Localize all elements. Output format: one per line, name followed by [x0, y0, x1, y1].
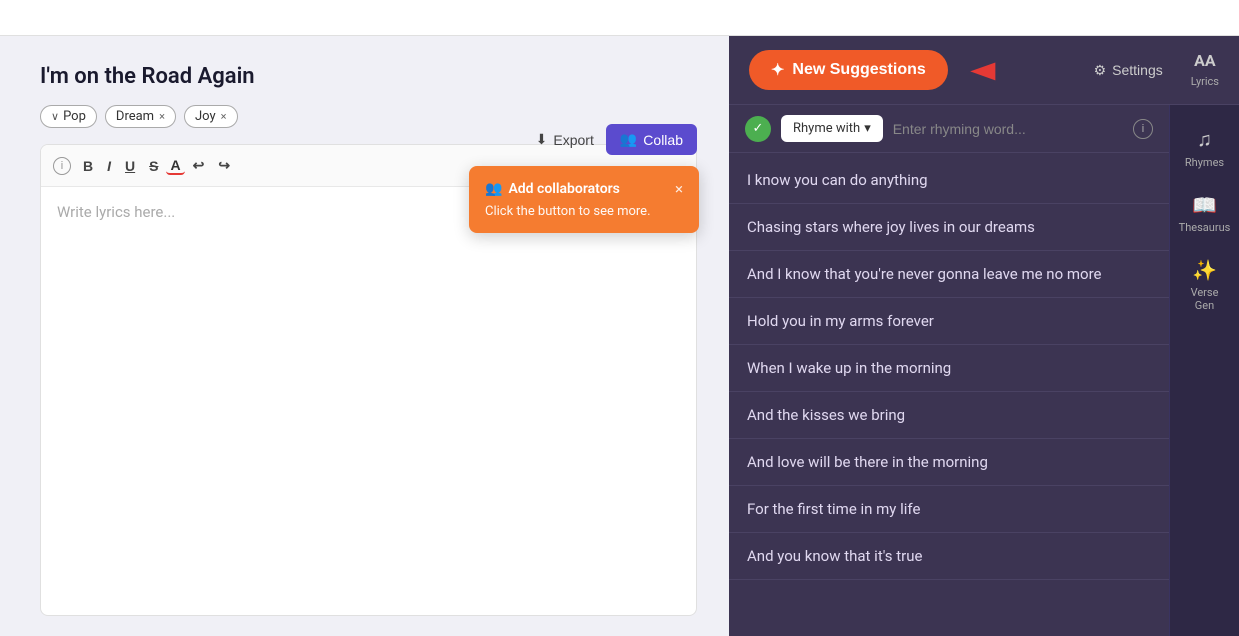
- info-icon[interactable]: i: [53, 157, 71, 175]
- check-icon: ✓: [745, 116, 771, 142]
- export-icon: ⬇: [536, 131, 548, 148]
- suggestions-area: ✓ Rhyme with ▾ i I know you can do anyth…: [729, 105, 1169, 636]
- redo-button[interactable]: ↪: [212, 153, 236, 178]
- thesaurus-label: Thesaurus: [1179, 221, 1231, 234]
- right-header: ✦ New Suggestions ◄ ⚙ Settings AA Lyrics: [729, 36, 1239, 105]
- suggestion-item[interactable]: I know you can do anything: [729, 157, 1169, 204]
- gear-icon: ⚙: [1094, 62, 1107, 79]
- editor-body[interactable]: Write lyrics here...: [41, 187, 696, 615]
- new-suggestions-button[interactable]: ✦ New Suggestions: [749, 50, 948, 90]
- suggestion-item[interactable]: For the first time in my life: [729, 486, 1169, 533]
- suggestion-item[interactable]: Chasing stars where joy lives in our dre…: [729, 204, 1169, 251]
- tag-dream-label: Dream: [116, 109, 154, 124]
- tag-dream[interactable]: Dream ×: [105, 105, 176, 128]
- tooltip-body: Click the button to see more.: [485, 204, 683, 219]
- aa-icon: AA: [1191, 51, 1219, 70]
- versegen-icon: ✨: [1192, 258, 1217, 282]
- tag-joy-close[interactable]: ×: [221, 110, 227, 123]
- chevron-icon: ∨: [51, 110, 59, 123]
- tag-joy-label: Joy: [195, 109, 216, 124]
- export-button[interactable]: ⬇ Export: [536, 131, 594, 148]
- lyrics-label: Lyrics: [1191, 75, 1219, 88]
- rhymes-label: Rhymes: [1185, 156, 1224, 169]
- collab-icon: 👥: [620, 131, 637, 148]
- lyrics-tab[interactable]: AA Lyrics: [1191, 51, 1219, 89]
- suggestion-item[interactable]: Hold you in my arms forever: [729, 298, 1169, 345]
- tooltip-title: 👥 Add collaborators: [485, 181, 620, 197]
- collab-tooltip: 👥 Add collaborators × Click the button t…: [469, 166, 699, 233]
- collab-button[interactable]: 👥 Collab: [606, 124, 697, 155]
- suggestion-item[interactable]: And love will be there in the morning: [729, 439, 1169, 486]
- rhyme-dropdown-icon: ▾: [864, 121, 871, 136]
- suggestions-icon: ✦: [771, 60, 784, 80]
- undo-button[interactable]: ↩: [187, 153, 211, 178]
- editor-panel: I'm on the Road Again ∨ Pop Dream × Joy …: [0, 36, 729, 636]
- tooltip-title-text: Add collaborators: [508, 181, 619, 197]
- tag-joy[interactable]: Joy ×: [184, 105, 238, 128]
- tag-dream-close[interactable]: ×: [159, 110, 165, 123]
- settings-button[interactable]: ⚙ Settings: [1094, 62, 1163, 79]
- tooltip-header: 👥 Add collaborators ×: [485, 180, 683, 198]
- tag-pop[interactable]: ∨ Pop: [40, 105, 97, 128]
- arrow-indicator: ◄: [962, 53, 1004, 88]
- rhyme-with-label: Rhyme with: [793, 121, 860, 136]
- suggestion-item[interactable]: When I wake up in the morning: [729, 345, 1169, 392]
- collab-label: Collab: [643, 132, 683, 148]
- rhyme-with-select[interactable]: Rhyme with ▾: [781, 115, 883, 142]
- underline-button[interactable]: U: [119, 154, 141, 178]
- suggestion-item[interactable]: And you know that it's true: [729, 533, 1169, 580]
- tooltip-icon: 👥: [485, 181, 502, 197]
- sidebar-item-rhymes[interactable]: ♫ Rhymes: [1173, 117, 1237, 179]
- right-sidebar: ♫ Rhymes 📖 Thesaurus ✨ Verse Gen: [1169, 105, 1239, 636]
- italic-button[interactable]: I: [101, 154, 117, 178]
- new-suggestions-label: New Suggestions: [792, 61, 925, 79]
- toolbar-actions: ⬇ Export 👥 Collab: [536, 124, 697, 155]
- rhyme-input[interactable]: [893, 121, 1123, 137]
- rhyme-bar: ✓ Rhyme with ▾ i: [729, 105, 1169, 153]
- bold-button[interactable]: B: [77, 154, 99, 178]
- right-content: ✓ Rhyme with ▾ i I know you can do anyth…: [729, 105, 1239, 636]
- top-bar: [0, 0, 1239, 36]
- main-area: I'm on the Road Again ∨ Pop Dream × Joy …: [0, 36, 1239, 636]
- thesaurus-icon: 📖: [1192, 193, 1217, 217]
- color-button[interactable]: A: [166, 157, 184, 175]
- song-title: I'm on the Road Again: [40, 64, 697, 89]
- strikethrough-button[interactable]: S: [143, 154, 164, 178]
- rhymes-icon: ♫: [1197, 127, 1212, 152]
- tag-pop-label: Pop: [63, 109, 86, 124]
- right-panel: ✦ New Suggestions ◄ ⚙ Settings AA Lyrics…: [729, 36, 1239, 636]
- tooltip-close-button[interactable]: ×: [675, 180, 683, 198]
- editor-placeholder: Write lyrics here...: [57, 203, 175, 221]
- rhyme-info-icon[interactable]: i: [1133, 119, 1153, 139]
- suggestions-list: I know you can do anything Chasing stars…: [729, 153, 1169, 636]
- versegen-label: Verse Gen: [1181, 286, 1229, 312]
- suggestion-item[interactable]: And I know that you're never gonna leave…: [729, 251, 1169, 298]
- export-label: Export: [553, 132, 593, 148]
- settings-label: Settings: [1112, 62, 1163, 78]
- sidebar-item-versegen[interactable]: ✨ Verse Gen: [1173, 248, 1237, 322]
- sidebar-item-thesaurus[interactable]: 📖 Thesaurus: [1173, 183, 1237, 244]
- suggestion-item[interactable]: And the kisses we bring: [729, 392, 1169, 439]
